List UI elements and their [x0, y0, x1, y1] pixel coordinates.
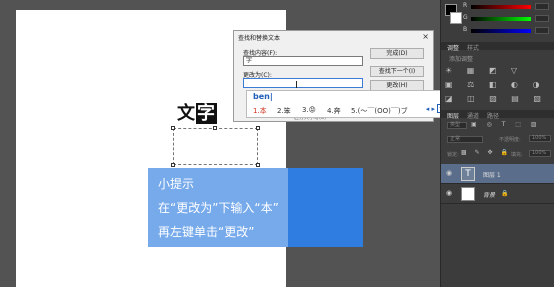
eye-icon[interactable]: ◉ [446, 189, 452, 197]
adjustments-subtitle: 添加调整 [449, 56, 474, 63]
eye-icon[interactable]: ◉ [446, 169, 452, 177]
tab-paths[interactable]: 路径 [487, 111, 499, 120]
blend-mode-select[interactable]: 正常 [447, 136, 483, 143]
slider-value-box[interactable] [535, 15, 549, 22]
text-bounding-box[interactable] [171, 126, 260, 167]
slider-label: G [463, 14, 468, 21]
layer-name[interactable]: 图层 1 [483, 170, 501, 179]
canvas-text-layer[interactable]: 文字 [177, 99, 217, 125]
opacity-input[interactable]: 100% [529, 135, 551, 142]
layer-name[interactable]: 背景 [483, 190, 495, 199]
slider-value-box[interactable] [535, 27, 549, 34]
ime-candidate[interactable]: 1.本 [253, 106, 267, 116]
fill-label: 填充: [511, 152, 523, 158]
layer-row[interactable]: ◉ 背景 🔒 [441, 184, 554, 204]
lock-icon: 🔒 [501, 190, 509, 197]
canvas-text-selected: 字 [196, 103, 217, 124]
slider-track[interactable] [471, 17, 531, 21]
fill-input[interactable]: 100% [529, 150, 551, 157]
layer-filter-icons[interactable]: ▣ ◎ T ⬚ ▨ [471, 121, 541, 128]
replace-input[interactable] [243, 78, 363, 88]
ime-pinyin: ben| [253, 92, 273, 101]
transform-handle[interactable] [213, 126, 217, 130]
color-slider-r[interactable]: R [463, 2, 551, 11]
tip-overlay: 小提示 在“更改为”下输入“本” 再左键单击“更改” [148, 168, 363, 247]
transform-handle[interactable] [256, 163, 260, 167]
slider-label: B [463, 26, 468, 33]
lock-icons[interactable]: ▩ ✎ ✥ 🔒 [461, 149, 511, 156]
tab-adjustments[interactable]: 调整 [447, 43, 459, 52]
background-layer-thumbnail [461, 187, 475, 201]
lock-label: 锁定: [447, 152, 459, 158]
dialog-title: 查找和替换文本 [238, 35, 281, 42]
layer-row[interactable]: ◉ T 图层 1 [441, 164, 554, 184]
adjustment-icons-row-1[interactable]: ☀ ▦ ◩ ▽ [445, 66, 523, 75]
transform-handle[interactable] [256, 126, 260, 130]
right-panels: R G B 调整 样式 添加调整 ☀ ▦ ◩ ▽ ▣ ⚖ ◧ ◐ ◑ ▦ ◪ ◫… [440, 0, 554, 287]
tip-line-3: 再左键单击“更改” [158, 225, 255, 239]
slider-label: R [463, 2, 468, 9]
color-slider-g[interactable]: G [463, 14, 551, 23]
color-slider-b[interactable]: B [463, 26, 551, 35]
ime-page-arrows-icon[interactable]: ◂ ▸ [426, 105, 435, 113]
tip-line-2: 在“更改为”下输入“本” [158, 201, 279, 215]
text-layer-thumbnail: T [461, 167, 475, 181]
background-color-swatch[interactable] [450, 12, 462, 24]
transform-handle[interactable] [171, 126, 175, 130]
text-cursor-icon: I [295, 80, 298, 91]
ime-candidate[interactable]: 5.(～￣(OO)￣)ブ [351, 106, 408, 116]
adjustment-icons-row-2[interactable]: ▣ ⚖ ◧ ◐ ◑ ▦ [445, 80, 554, 89]
ime-candidate[interactable]: 4.奔 [327, 106, 341, 116]
tab-channels[interactable]: 通道 [467, 111, 479, 120]
ime-candidate-window: ben| 1.本 2.笨 3.😡 4.奔 5.(～￣(OO)￣)ブ ◂ ▸ ▾ [246, 90, 448, 118]
canvas-text-char: 文 [177, 103, 196, 124]
tab-styles[interactable]: 样式 [467, 43, 479, 52]
ime-candidate[interactable]: 2.笨 [277, 106, 291, 116]
opacity-label: 不透明度: [499, 137, 521, 143]
close-icon[interactable]: × [422, 32, 429, 41]
slider-value-box[interactable] [535, 3, 549, 10]
find-next-button[interactable]: 查找下一个(I) [370, 66, 424, 77]
done-button[interactable]: 完成(D) [370, 48, 424, 59]
tip-title: 小提示 [158, 177, 195, 191]
ime-candidate[interactable]: 3.😡 [302, 106, 316, 114]
adjustment-icons-row-3[interactable]: ◪ ◫ ▨ ▤ ▧ [445, 94, 547, 103]
slider-track[interactable] [471, 29, 531, 33]
tab-layers[interactable]: 图层 [447, 111, 459, 120]
transform-handle[interactable] [171, 163, 175, 167]
slider-track[interactable] [471, 5, 531, 9]
find-input[interactable]: 字 [243, 56, 363, 66]
layer-filter-select[interactable]: 类型 [447, 122, 467, 129]
